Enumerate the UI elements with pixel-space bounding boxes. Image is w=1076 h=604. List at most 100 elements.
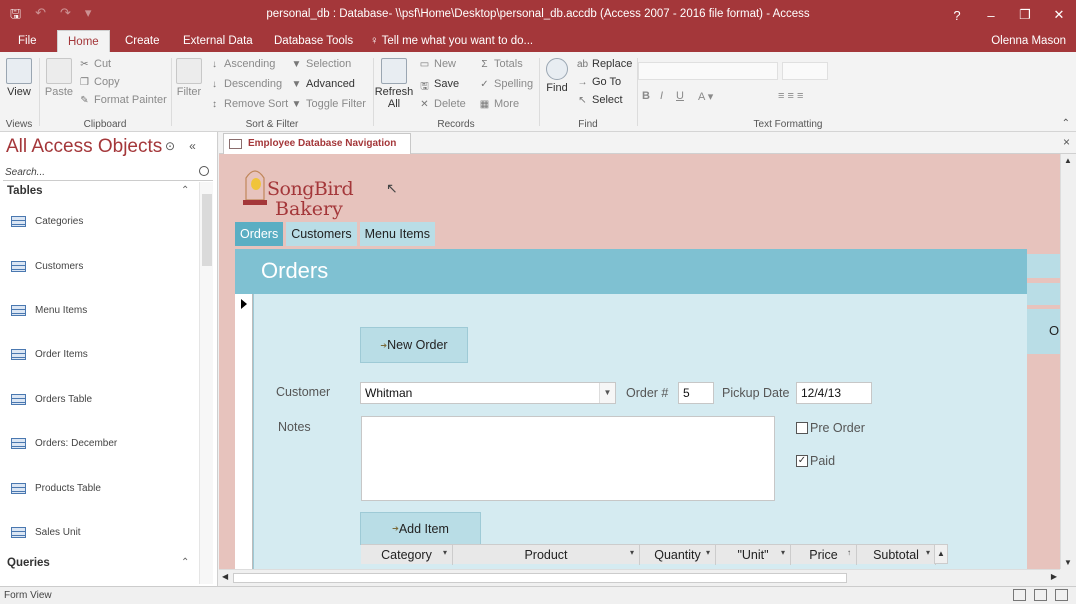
bold-button[interactable]: B — [642, 90, 650, 102]
nav-collapse-icon[interactable]: « — [189, 139, 196, 153]
form-tab-orders[interactable]: Orders — [235, 222, 284, 246]
pre-order-box[interactable] — [796, 422, 808, 434]
paid-box[interactable]: ✓ — [796, 455, 808, 467]
italic-button[interactable]: I — [660, 90, 663, 102]
design-view-icon[interactable] — [1055, 589, 1068, 601]
column-header-quantity[interactable]: Quantity ▾ — [640, 545, 716, 565]
font-size-box[interactable] — [782, 62, 828, 80]
tab-home[interactable]: Home — [57, 30, 110, 52]
advanced-button[interactable]: ▼ Advanced — [290, 78, 355, 90]
scroll-left-icon[interactable]: ◀ — [222, 572, 228, 581]
totals-button[interactable]: Σ Totals — [478, 58, 522, 70]
add-item-button[interactable]: ➔ Add Item — [360, 512, 481, 545]
user-name[interactable]: Olenna Mason — [991, 30, 1066, 52]
close-document-icon[interactable]: × — [1063, 135, 1070, 149]
dropdown-arrow-icon[interactable]: ▾ — [706, 548, 710, 557]
underline-button[interactable]: U — [676, 90, 684, 102]
nav-item-sales-unit[interactable]: Sales Unit — [11, 523, 81, 541]
order-number-field[interactable]: 5 — [678, 382, 714, 404]
nav-item-products-table[interactable]: Products Table — [11, 479, 101, 497]
tab-external-data[interactable]: External Data — [173, 30, 263, 52]
form-horizontal-scrollbar[interactable]: ◀ ▶ — [219, 569, 1060, 585]
goto-button[interactable]: → Go To — [576, 76, 622, 88]
nav-item-customers[interactable]: Customers — [11, 257, 83, 275]
descending-button[interactable]: ↓ Descending — [208, 78, 282, 90]
tab-create[interactable]: Create — [115, 30, 170, 52]
save-record-button[interactable]: 🖫 Save — [418, 78, 459, 92]
form-tab-menu-items[interactable]: Menu Items — [359, 222, 435, 246]
scroll-down-icon[interactable]: ▼ — [1064, 558, 1072, 567]
collapse-ribbon-icon[interactable]: ⌃ — [1062, 118, 1070, 129]
queries-header[interactable]: Queries ⌃ — [7, 557, 189, 569]
more-button[interactable]: ▦ More — [478, 98, 519, 110]
view-button[interactable]: View — [4, 58, 34, 98]
search-input[interactable]: Search... — [3, 163, 213, 181]
nav-item-order-items[interactable]: Order Items — [11, 345, 88, 363]
paste-button[interactable]: Paste — [42, 58, 76, 98]
format-painter-button[interactable]: ✎ Format Painter — [78, 94, 166, 106]
form-vertical-scrollbar[interactable]: ▲ ▼ — [1060, 154, 1076, 569]
nav-scrollbar[interactable] — [199, 182, 213, 584]
right-tab-2[interactable] — [1027, 283, 1060, 305]
align-buttons[interactable]: ≡ ≡ ≡ — [778, 90, 803, 102]
tables-header[interactable]: Tables ⌃ — [7, 185, 189, 197]
nav-item-orders-december[interactable]: Orders: December — [11, 434, 117, 452]
font-name-box[interactable] — [638, 62, 778, 80]
notes-textarea[interactable] — [361, 416, 775, 501]
nav-title[interactable]: All Access Objects — [6, 136, 162, 158]
column-header-category[interactable]: Category ▾ — [361, 545, 453, 565]
tab-database-tools[interactable]: Database Tools — [264, 30, 363, 52]
paid-checkbox[interactable]: ✓ Paid — [796, 454, 835, 468]
form-tab-customers[interactable]: Customers — [286, 222, 357, 246]
column-header-unit[interactable]: "Unit" ▾ — [716, 545, 791, 565]
nav-item-categories[interactable]: Categories — [11, 212, 83, 230]
spelling-button[interactable]: ✓ Spelling — [478, 78, 533, 90]
restore-button[interactable]: ❐ — [1008, 0, 1042, 30]
right-tab-3[interactable]: O — [1027, 309, 1060, 354]
toggle-filter-button[interactable]: ▼ Toggle Filter — [290, 98, 366, 110]
find-button[interactable]: Find — [542, 58, 572, 94]
new-order-button[interactable]: ➔ New Order — [360, 327, 468, 363]
sort-arrow-icon[interactable]: ↑ — [847, 548, 851, 557]
remove-sort-button[interactable]: ↕ Remove Sort — [208, 98, 288, 110]
column-header-subtotal[interactable]: Subtotal ▾ — [857, 545, 936, 565]
dropdown-arrow-icon[interactable]: ▾ — [781, 548, 785, 557]
horizontal-scroll-thumb[interactable] — [233, 573, 847, 583]
minimize-button[interactable]: – — [974, 0, 1008, 30]
help-button[interactable]: ? — [940, 0, 974, 30]
column-header-price[interactable]: Price ↑ — [791, 545, 857, 565]
nav-item-menu-items[interactable]: Menu Items — [11, 301, 87, 319]
form-view-icon[interactable] — [1013, 589, 1026, 601]
new-record-button[interactable]: ▭ New — [418, 58, 456, 70]
column-header-product[interactable]: Product ▾ — [453, 545, 640, 565]
selection-button[interactable]: ▼ Selection — [290, 58, 352, 70]
scroll-right-icon[interactable]: ▶ — [1051, 572, 1057, 581]
nav-scroll-thumb[interactable] — [202, 194, 212, 266]
close-button[interactable]: ✕ — [1042, 0, 1076, 30]
ascending-button[interactable]: ↓ Ascending — [208, 58, 275, 70]
grid-scroll-up-icon[interactable]: ▲ — [934, 544, 948, 564]
pickup-date-field[interactable]: 12/4/13 — [796, 382, 872, 404]
nav-menu-chevron-icon[interactable]: ⊙ — [165, 139, 175, 153]
document-tab[interactable]: Employee Database Navigation — [223, 133, 412, 154]
search-icon[interactable] — [199, 166, 209, 176]
tell-me-box[interactable]: ♀ Tell me what you want to do... — [360, 30, 543, 52]
scroll-up-icon[interactable]: ▲ — [1064, 156, 1072, 165]
tab-file[interactable]: File — [8, 30, 47, 52]
cut-button[interactable]: ✂ Cut — [78, 58, 111, 70]
nav-item-orders-table[interactable]: Orders Table — [11, 390, 92, 408]
dropdown-arrow-icon[interactable]: ▾ — [443, 548, 447, 557]
copy-button[interactable]: ❐ Copy — [78, 76, 120, 88]
layout-view-icon[interactable] — [1034, 589, 1047, 601]
replace-button[interactable]: ab Replace — [576, 58, 632, 70]
delete-record-button[interactable]: ✕ Delete — [418, 98, 466, 110]
select-button[interactable]: ↖ Select — [576, 94, 622, 106]
dropdown-arrow-icon[interactable]: ▾ — [630, 548, 634, 557]
pre-order-checkbox[interactable]: Pre Order — [796, 421, 865, 435]
record-selector[interactable] — [235, 294, 253, 569]
font-color-button[interactable]: A ▾ — [698, 90, 713, 103]
dropdown-arrow-icon[interactable]: ▾ — [926, 548, 930, 557]
right-tab-1[interactable] — [1027, 254, 1060, 278]
filter-button[interactable]: Filter — [174, 58, 204, 98]
chevron-down-icon[interactable]: ▼ — [599, 383, 615, 403]
